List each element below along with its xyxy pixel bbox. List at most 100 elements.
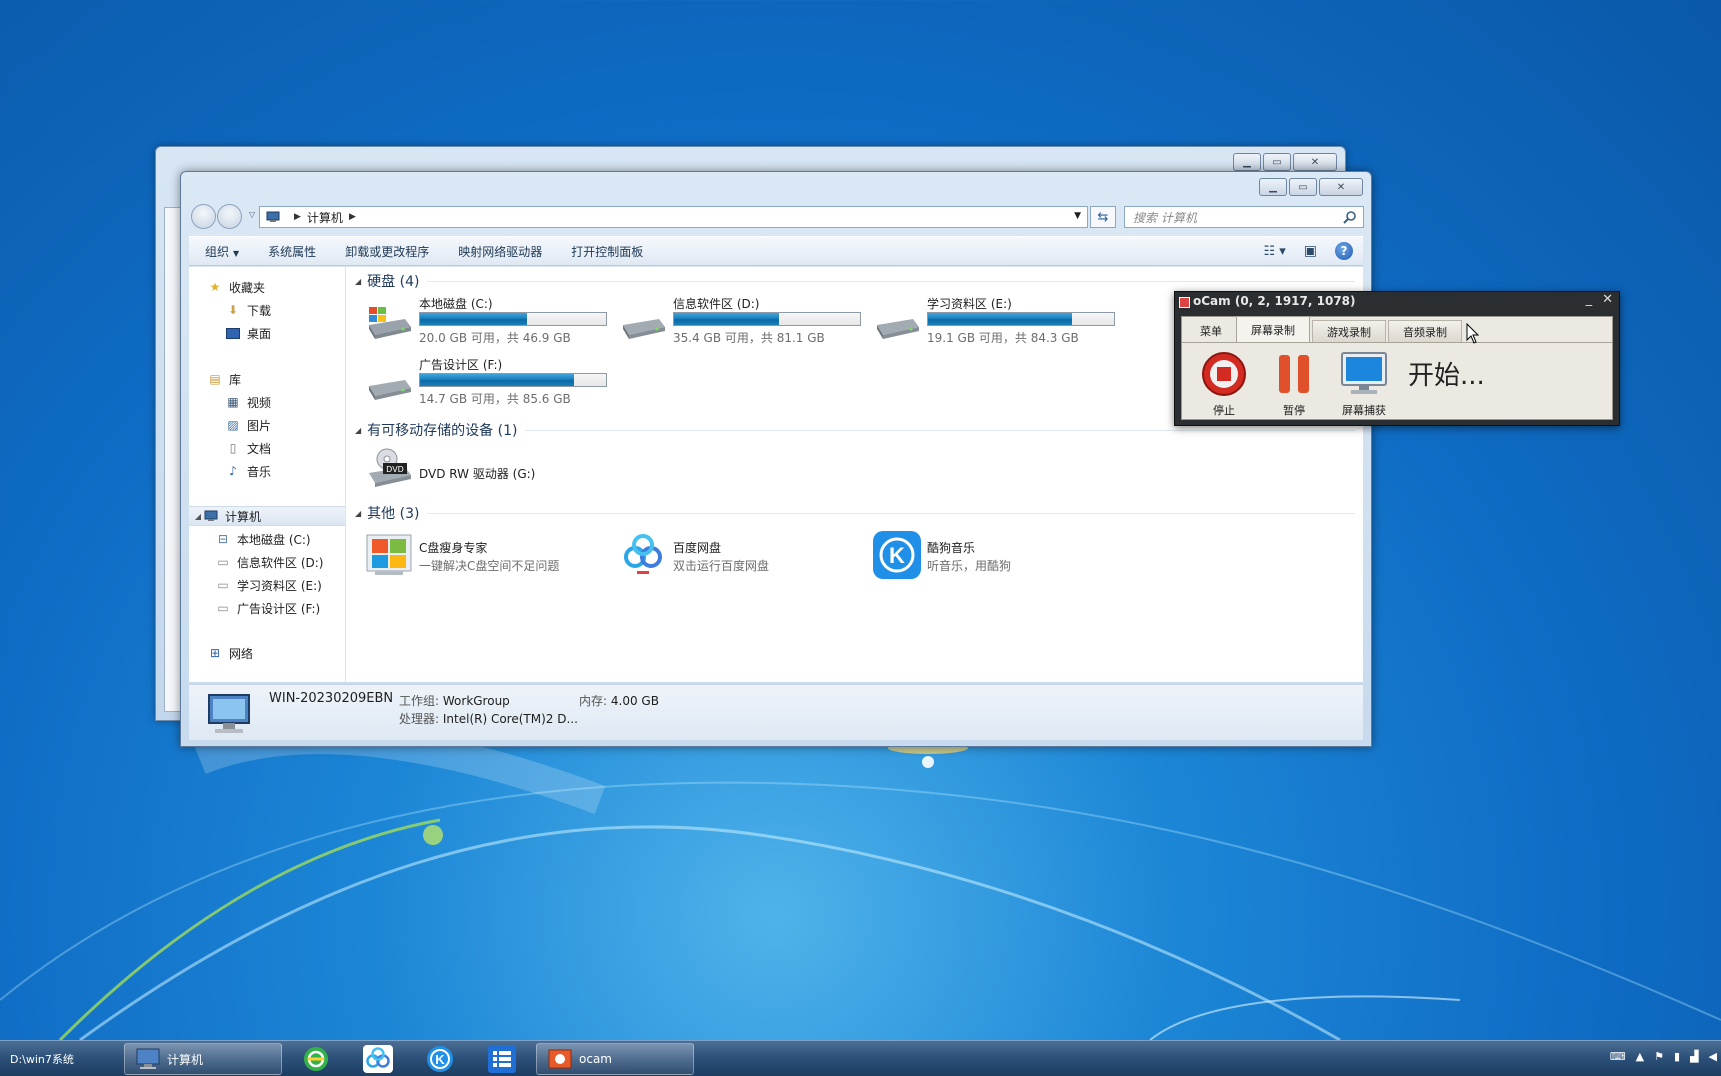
recent-pages-dropdown[interactable]: ▽ xyxy=(249,210,255,219)
pause-label: 暂停 xyxy=(1283,404,1305,417)
other-item-name: 百度网盘 xyxy=(673,541,722,555)
close-button[interactable]: ✕ xyxy=(1319,178,1363,196)
forward-button[interactable] xyxy=(217,204,242,229)
organize-menu[interactable]: 组织 ▼ xyxy=(205,243,239,260)
drive-item[interactable]: 学习资料区 (E:) 19.1 GB 可用，共 84.3 GB xyxy=(873,295,1123,351)
group-other[interactable]: ◢ 其他 (3) xyxy=(355,503,1355,523)
nav-network[interactable]: ⊞ 网络 xyxy=(189,643,345,663)
action-center-icon[interactable]: ⚑ xyxy=(1654,1050,1664,1063)
desktop-icon xyxy=(225,326,241,340)
show-hidden-icons-icon[interactable]: ▲ xyxy=(1636,1050,1644,1063)
task-label: ocam xyxy=(579,1052,612,1066)
tab-screen-recording[interactable]: 屏幕录制 xyxy=(1236,316,1310,342)
nav-drive-e[interactable]: ▭ 学习资料区 (E:) xyxy=(189,575,345,595)
other-item-kugou[interactable]: K 酷狗音乐 听音乐，用酷狗 xyxy=(873,531,1123,581)
dvd-label: DVD xyxy=(386,465,404,474)
taskbar-path[interactable]: D:\win7系统 xyxy=(0,1041,122,1076)
drive-name: 广告设计区 (F:) xyxy=(419,358,503,372)
drive-item[interactable]: 本地磁盘 (C:) 20.0 GB 可用，共 46.9 GB xyxy=(365,295,615,351)
chevron-down-icon: ▼ xyxy=(233,248,240,258)
nav-favorites[interactable]: ★ 收藏夹 xyxy=(189,277,345,297)
breadcrumb-separator-icon[interactable]: ▶ xyxy=(349,212,356,222)
open-control-panel-button[interactable]: 打开控制面板 xyxy=(571,243,643,260)
breadcrumb-separator-icon[interactable]: ▶ xyxy=(294,212,301,222)
nav-music[interactable]: ♪ 音乐 xyxy=(189,461,345,481)
group-title: 其他 (3) xyxy=(367,506,420,522)
pause-button[interactable]: 暂停 xyxy=(1264,351,1324,418)
nav-label: 图片 xyxy=(247,418,272,433)
explorer-window[interactable]: ▁ ▭ ✕ ▽ ▶ 计算机 ▶ ▼ ⇆ 搜索 计算机 组织 ▼ 系统属性 卸载或更… xyxy=(180,171,1372,747)
memory-info: 内存: 4.00 GB xyxy=(579,692,659,709)
nav-downloads[interactable]: ⬇ 下载 xyxy=(189,300,345,320)
capacity-bar xyxy=(673,312,861,326)
nav-drive-f[interactable]: ▭ 广告设计区 (F:) xyxy=(189,598,345,618)
stop-button[interactable]: 停止 xyxy=(1194,351,1254,418)
drive-name: 本地磁盘 (C:) xyxy=(419,297,493,311)
volume-icon[interactable]: ◀ xyxy=(1709,1050,1717,1063)
workgroup-value: WorkGroup xyxy=(442,694,510,708)
uninstall-program-button[interactable]: 卸载或更改程序 xyxy=(345,243,429,260)
minimize-button[interactable]: ▁ xyxy=(1233,153,1261,171)
ocam-window[interactable]: oCam (0, 2, 1917, 1078) _ ✕ 菜单 屏幕录制 游戏录制… xyxy=(1174,291,1620,426)
pinned-baidu-netdisk[interactable] xyxy=(362,1045,394,1073)
maximize-button[interactable]: ▭ xyxy=(1263,153,1291,171)
nav-drive-c[interactable]: ⊟ 本地磁盘 (C:) xyxy=(189,529,345,549)
power-icon[interactable]: ▮ xyxy=(1674,1050,1680,1063)
help-icon[interactable]: ? xyxy=(1335,242,1353,260)
network-signal-icon[interactable]: ▟ xyxy=(1690,1050,1698,1063)
group-hard-disks[interactable]: ◢ 硬盘 (4) xyxy=(355,271,1355,291)
system-properties-button[interactable]: 系统属性 xyxy=(268,243,316,260)
tab-game-recording[interactable]: 游戏录制 xyxy=(1312,320,1386,342)
stop-label: 停止 xyxy=(1213,404,1235,417)
other-item-c-cleaner[interactable]: C盘瘦身专家 一键解决C盘空间不足问题 xyxy=(365,531,615,581)
nav-label: 库 xyxy=(229,372,242,387)
nav-videos[interactable]: ▦ 视频 xyxy=(189,392,345,412)
recording-status: 开始... xyxy=(1408,361,1485,391)
baidu-netdisk-icon xyxy=(624,534,662,574)
tab-audio-recording[interactable]: 音频录制 xyxy=(1388,320,1462,342)
nav-documents[interactable]: ▯ 文档 xyxy=(189,438,345,458)
pinned-kugou[interactable]: K xyxy=(424,1045,456,1073)
collapse-arrow-icon[interactable]: ◢ xyxy=(355,509,361,518)
refresh-button[interactable]: ⇆ xyxy=(1090,206,1116,228)
nav-libraries[interactable]: ▤ 库 xyxy=(189,369,345,389)
breadcrumb-computer[interactable]: 计算机 xyxy=(307,209,343,226)
drive-item[interactable]: 广告设计区 (F:) 14.7 GB 可用，共 85.6 GB xyxy=(365,356,615,412)
back-button[interactable] xyxy=(191,204,216,229)
cpu-label: 处理器: xyxy=(399,712,440,726)
nav-drive-d[interactable]: ▭ 信息软件区 (D:) xyxy=(189,552,345,572)
minimize-button[interactable]: _ xyxy=(1586,292,1593,307)
screen-capture-button[interactable]: 屏幕捕获 xyxy=(1334,351,1394,418)
mouse-cursor-icon xyxy=(1466,323,1480,344)
close-button[interactable]: ✕ xyxy=(1602,292,1613,307)
nav-desktop[interactable]: 桌面 xyxy=(189,323,345,343)
maximize-button[interactable]: ▭ xyxy=(1289,178,1317,196)
drive-item[interactable]: 信息软件区 (D:) 35.4 GB 可用，共 81.1 GB xyxy=(619,295,869,351)
minimize-button[interactable]: ▁ xyxy=(1259,178,1287,196)
dvd-drive-item[interactable]: DVD DVD RW 驱动器 (G:) xyxy=(365,445,615,501)
capacity-bar xyxy=(927,312,1115,326)
pinned-360-browser[interactable] xyxy=(300,1045,332,1073)
expand-arrow-icon[interactable]: ◢ xyxy=(193,512,203,521)
pinned-list-app[interactable] xyxy=(486,1045,518,1073)
address-dropdown-icon[interactable]: ▼ xyxy=(1074,211,1081,221)
pause-icon xyxy=(1279,355,1309,393)
nav-pictures[interactable]: ▨ 图片 xyxy=(189,415,345,435)
change-view-icon[interactable]: ☷ ▾ xyxy=(1263,244,1285,259)
tab-menu[interactable]: 菜单 xyxy=(1186,320,1236,342)
drive-icon xyxy=(877,319,919,339)
taskbar-task-ocam[interactable]: ocam xyxy=(536,1043,694,1075)
map-network-drive-button[interactable]: 映射网络驱动器 xyxy=(458,243,542,260)
collapse-arrow-icon[interactable]: ◢ xyxy=(355,426,361,435)
search-icon[interactable] xyxy=(1343,210,1357,224)
search-input[interactable]: 搜索 计算机 xyxy=(1124,206,1364,228)
nav-computer[interactable]: ◢ 计算机 xyxy=(189,506,345,526)
address-bar[interactable]: ▶ 计算机 ▶ ▼ xyxy=(259,206,1088,228)
close-button[interactable]: ✕ xyxy=(1293,153,1337,171)
keyboard-icon[interactable]: ⌨ xyxy=(1610,1050,1626,1063)
taskbar-task-computer[interactable]: 计算机 xyxy=(124,1043,282,1075)
preview-pane-icon[interactable]: ▣ xyxy=(1304,243,1317,259)
monitor-icon xyxy=(1341,352,1387,394)
collapse-arrow-icon[interactable]: ◢ xyxy=(355,277,361,286)
other-item-baidu-netdisk[interactable]: 百度网盘 双击运行百度网盘 xyxy=(619,531,869,581)
